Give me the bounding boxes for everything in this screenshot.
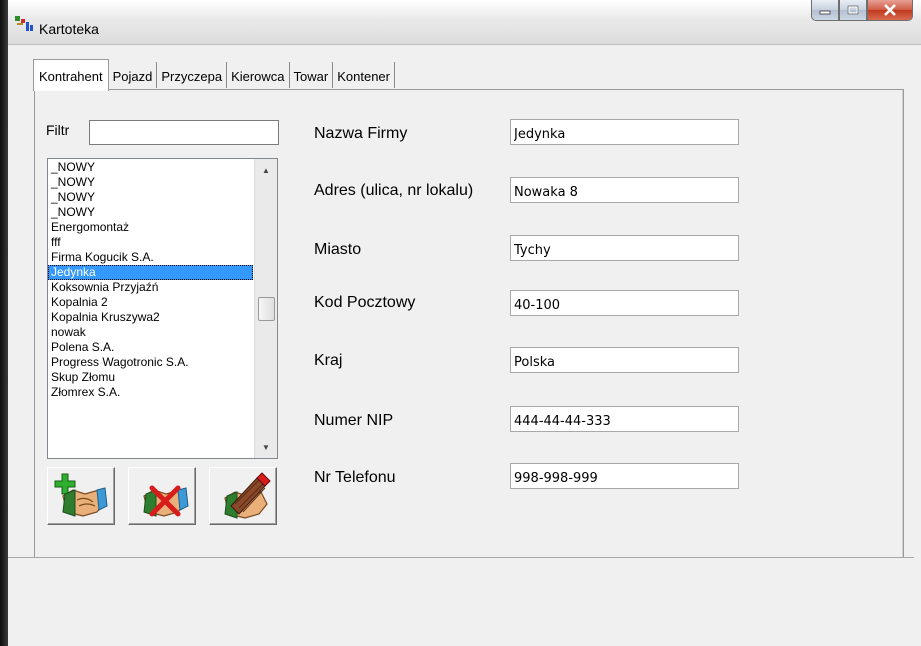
list-item[interactable]: _NOWY xyxy=(48,160,253,175)
tab-towar[interactable]: Towar xyxy=(289,62,334,88)
list-item[interactable]: Skup Złomu xyxy=(48,370,253,385)
address-field[interactable] xyxy=(510,177,739,203)
list-scrollbar[interactable]: ▲ ▼ xyxy=(254,159,277,458)
company-name-field[interactable] xyxy=(510,119,739,145)
edit-contractor-button[interactable] xyxy=(209,467,277,525)
scroll-thumb[interactable] xyxy=(258,297,275,321)
minimize-icon xyxy=(819,10,831,15)
postal-code-label: Kod Pocztowy xyxy=(314,294,416,311)
arrow-down-icon: ▼ xyxy=(262,442,270,452)
desktop-edge xyxy=(0,0,8,646)
contractor-list[interactable]: _NOWY _NOWY _NOWY _NOWY Energomontaż fff… xyxy=(47,158,278,459)
list-item[interactable]: Energomontaż xyxy=(48,220,253,235)
list-item[interactable]: _NOWY xyxy=(48,205,253,220)
close-button[interactable] xyxy=(867,0,913,21)
tab-kontener[interactable]: Kontener xyxy=(333,62,395,88)
country-label: Kraj xyxy=(314,352,343,369)
list-item[interactable]: Koksownia Przyjaźń xyxy=(48,280,253,295)
filter-input[interactable] xyxy=(89,120,279,145)
city-field[interactable] xyxy=(510,235,739,261)
city-label: Miasto xyxy=(314,241,362,258)
filter-label: Filtr xyxy=(46,122,70,138)
phone-field[interactable] xyxy=(510,463,739,489)
nip-field[interactable] xyxy=(510,406,739,432)
list-item[interactable]: _NOWY xyxy=(48,175,253,190)
arrow-up-icon: ▲ xyxy=(262,165,270,175)
list-item[interactable]: Progress Wagotronic S.A. xyxy=(48,355,253,370)
list-item[interactable]: Kopalnia Kruszywa2 xyxy=(48,310,253,325)
tab-przyczepa[interactable]: Przyczepa xyxy=(157,62,228,88)
maximize-icon xyxy=(847,5,859,15)
window-controls xyxy=(811,0,913,22)
add-contractor-button[interactable] xyxy=(47,467,115,525)
maximize-button[interactable] xyxy=(839,0,867,21)
tab-strip: Kontrahent Pojazd Przyczepa Kierowca Tow… xyxy=(33,59,395,91)
delete-contractor-button[interactable] xyxy=(128,467,196,525)
list-item[interactable]: nowak xyxy=(48,325,253,340)
list-item[interactable]: Firma Kogucik S.A. xyxy=(48,250,253,265)
app-icon xyxy=(15,16,33,31)
window-title: Kartoteka xyxy=(39,21,99,37)
nip-label: Numer NIP xyxy=(314,412,394,429)
tab-kontrahent[interactable]: Kontrahent xyxy=(33,59,109,91)
country-field[interactable] xyxy=(510,347,739,373)
add-contractor-icon xyxy=(54,473,108,517)
tab-kierowca[interactable]: Kierowca xyxy=(227,62,290,88)
tab-pojazd[interactable]: Pojazd xyxy=(108,62,158,88)
list-item[interactable]: Polena S.A. xyxy=(48,340,253,355)
title-bar[interactable]: Kartoteka xyxy=(8,0,921,45)
scroll-down-button[interactable]: ▼ xyxy=(255,438,277,456)
postal-code-field[interactable] xyxy=(510,290,739,316)
list-item[interactable]: _NOWY xyxy=(48,190,253,205)
minimize-button[interactable] xyxy=(811,0,839,21)
list-item[interactable]: fff xyxy=(48,235,253,250)
edit-contractor-icon xyxy=(224,472,271,519)
phone-label: Nr Telefonu xyxy=(314,469,396,486)
address-label: Adres (ulica, nr lokalu) xyxy=(314,182,474,199)
company-name-label: Nazwa Firmy xyxy=(314,125,408,142)
bottom-panel xyxy=(8,557,914,646)
contractor-list-items: _NOWY _NOWY _NOWY _NOWY Energomontaż fff… xyxy=(48,160,253,400)
list-item[interactable]: Kopalnia 2 xyxy=(48,295,253,310)
delete-contractor-icon xyxy=(143,485,189,517)
list-item-selected[interactable]: Jedynka xyxy=(48,265,253,280)
list-item[interactable]: Złomrex S.A. xyxy=(48,385,253,400)
scroll-up-button[interactable]: ▲ xyxy=(255,161,277,179)
kartoteka-window: Kartoteka Kontrahent Pojazd Przyczepa Ki… xyxy=(8,0,921,646)
close-icon xyxy=(884,4,896,16)
